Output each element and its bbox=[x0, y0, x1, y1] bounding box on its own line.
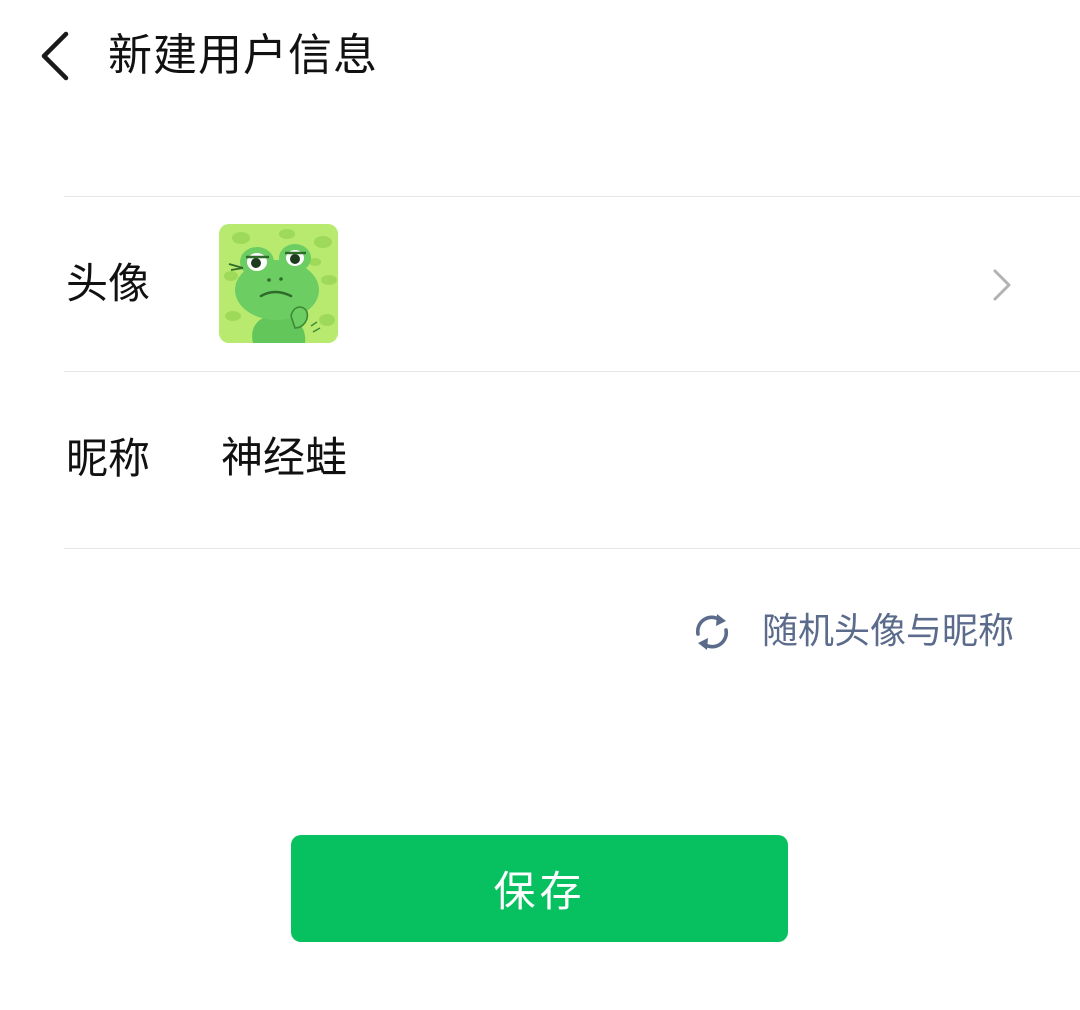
nickname-label: 昵称 bbox=[66, 434, 151, 483]
frog-avatar-image bbox=[219, 224, 338, 343]
chevron-right-icon bbox=[993, 269, 1011, 301]
refresh-icon bbox=[695, 614, 729, 650]
back-button[interactable] bbox=[30, 24, 94, 88]
random-avatar-nickname-button[interactable]: 随机头像与昵称 bbox=[690, 604, 1014, 660]
random-label: 随机头像与昵称 bbox=[761, 611, 1014, 652]
chevron-left-icon bbox=[41, 31, 69, 81]
avatar[interactable] bbox=[219, 224, 338, 343]
nickname-row[interactable]: 昵称 神经蛙 bbox=[0, 372, 1080, 548]
nickname-value[interactable]: 神经蛙 bbox=[221, 431, 347, 485]
avatar-row[interactable]: 头像 bbox=[0, 197, 1080, 371]
new-user-info-page: 新建用户信息 头像 昵称 神经蛙 随机头像与昵称 保存 bbox=[0, 0, 1080, 1010]
divider-bottom bbox=[64, 548, 1080, 549]
avatar-label: 头像 bbox=[66, 259, 151, 308]
save-button[interactable]: 保存 bbox=[291, 835, 788, 942]
header: 新建用户信息 bbox=[0, 0, 1080, 112]
page-title: 新建用户信息 bbox=[108, 30, 378, 81]
